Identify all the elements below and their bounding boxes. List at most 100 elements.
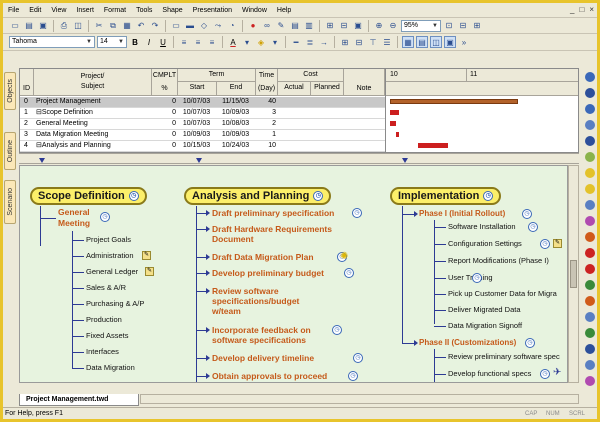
underline-icon[interactable]: U bbox=[157, 36, 169, 48]
format-icon[interactable]: ▥ bbox=[303, 20, 315, 32]
relation-icon[interactable]: ⤳ bbox=[212, 20, 224, 32]
leaf-topic[interactable]: Software Installation bbox=[448, 222, 516, 232]
menu-format[interactable]: Format bbox=[99, 3, 131, 18]
stop-icon[interactable] bbox=[585, 248, 595, 258]
org-style-icon[interactable]: ⊤ bbox=[367, 36, 379, 48]
progress-icon[interactable] bbox=[585, 328, 595, 338]
fit-width-icon[interactable]: ⊟ bbox=[457, 20, 469, 32]
menu-help[interactable]: Help bbox=[272, 3, 296, 18]
layout-icon[interactable]: ▣ bbox=[352, 20, 364, 32]
list-style-icon[interactable]: ☰ bbox=[381, 36, 393, 48]
open-icon[interactable]: ▤ bbox=[23, 20, 35, 32]
subtopic-phase2[interactable]: Phase II (Customizations) bbox=[419, 338, 516, 348]
notes-icon[interactable] bbox=[585, 120, 595, 130]
align-left-icon[interactable]: ≡ bbox=[178, 36, 190, 48]
gantt-bar[interactable] bbox=[390, 110, 399, 115]
callout-icon[interactable]: ◔ bbox=[226, 20, 238, 32]
resource-icon[interactable] bbox=[585, 152, 595, 162]
subtopic[interactable]: Develop preliminary budget bbox=[212, 268, 324, 278]
note-icon[interactable]: ✎ bbox=[553, 239, 562, 248]
redo-icon[interactable]: ↷ bbox=[149, 20, 161, 32]
check-icon[interactable] bbox=[585, 280, 595, 290]
col-header-end[interactable]: End bbox=[217, 82, 256, 96]
zoom-select[interactable]: 95% ▼ bbox=[401, 19, 441, 32]
expand-icon[interactable]: ⊞ bbox=[324, 20, 336, 32]
tab-objects[interactable]: Objects bbox=[4, 72, 16, 110]
map-style-icon[interactable]: ⊞ bbox=[339, 36, 351, 48]
gantt-row[interactable]: 0 Project Management 0 10/07/03 11/15/03 40 bbox=[20, 97, 385, 108]
priority-icon[interactable] bbox=[585, 216, 595, 226]
fit-page-icon[interactable]: ⊡ bbox=[443, 20, 455, 32]
subtopic[interactable]: Obtain approvals to proceed bbox=[212, 371, 327, 381]
links-icon[interactable] bbox=[585, 104, 595, 114]
leaf-topic[interactable]: Interfaces bbox=[86, 347, 119, 357]
collapse-icon[interactable]: ⊟ bbox=[338, 20, 350, 32]
tab-outline[interactable]: Outline bbox=[4, 132, 16, 170]
leaf-topic[interactable]: Report Modifications (Phase I) bbox=[448, 256, 549, 266]
minimize-button[interactable]: _ bbox=[570, 3, 574, 16]
fullscreen-icon[interactable]: ⊞ bbox=[471, 20, 483, 32]
zoom-out-icon[interactable]: ⊖ bbox=[387, 20, 399, 32]
note-icon[interactable]: ✎ bbox=[142, 251, 151, 260]
clock-icon[interactable] bbox=[585, 296, 595, 306]
view-icon[interactable] bbox=[585, 72, 595, 82]
font-size-select[interactable]: 14 ▼ bbox=[97, 36, 127, 48]
menu-shape[interactable]: Shape bbox=[157, 3, 187, 18]
subtopic[interactable]: Draft preliminary specification bbox=[212, 208, 334, 218]
person-icon[interactable] bbox=[585, 312, 595, 322]
more-icon[interactable]: » bbox=[458, 36, 470, 48]
shape-icon[interactable]: ◇ bbox=[198, 20, 210, 32]
leaf-topic[interactable]: Develop functional specs bbox=[448, 369, 531, 379]
pin-icon[interactable] bbox=[585, 360, 595, 370]
gantt-row[interactable]: 3 Data Migration Meeting 0 10/09/03 10/09/03… bbox=[20, 130, 385, 141]
topic-scope-definition[interactable]: Scope Definition ◷ bbox=[30, 187, 147, 205]
subtopic[interactable]: Draft Hardware Requirements Document bbox=[212, 224, 332, 244]
gantt-row[interactable]: 4 ⊟Analysis and Planning 0 10/15/03 10/24/03… bbox=[20, 141, 385, 152]
alert-icon[interactable] bbox=[585, 264, 595, 274]
leaf-topic[interactable]: Fixed Assets bbox=[86, 331, 129, 341]
undo-icon[interactable]: ↶ bbox=[135, 20, 147, 32]
shape-style-icon[interactable]: ▾ bbox=[269, 36, 281, 48]
leaf-topic[interactable]: User Training bbox=[448, 273, 493, 283]
leaf-topic[interactable]: Production bbox=[86, 315, 122, 325]
col-header-actual[interactable]: Actual bbox=[278, 82, 311, 96]
print-icon[interactable]: ⎙ bbox=[58, 20, 70, 32]
subtopic[interactable]: Review software specifications/budget w/… bbox=[212, 286, 299, 316]
subtopic[interactable]: Draft Data Migration Plan bbox=[212, 252, 314, 262]
view-outline-icon[interactable]: ▣ bbox=[444, 36, 456, 48]
mindmap-canvas[interactable]: Scope Definition ◷ General Meeting ◷ Pro… bbox=[19, 165, 568, 383]
topic-implementation[interactable]: Implementation ◷ bbox=[390, 187, 502, 205]
attach-icon[interactable]: ✎ bbox=[275, 20, 287, 32]
bold-icon[interactable]: B bbox=[129, 36, 141, 48]
leaf-topic[interactable]: General Ledger bbox=[86, 267, 138, 277]
leaf-topic[interactable]: Data Migration Signoff bbox=[448, 321, 522, 331]
properties-icon[interactable] bbox=[585, 88, 595, 98]
copy-icon[interactable]: ⧉ bbox=[107, 20, 119, 32]
fill-color-icon[interactable]: ◈ bbox=[255, 36, 267, 48]
subtopic[interactable]: Incorporate feedback on software specifi… bbox=[212, 325, 311, 345]
font-color-icon[interactable]: A bbox=[227, 36, 239, 48]
pane-splitter[interactable] bbox=[19, 153, 579, 164]
new-icon[interactable]: ▭ bbox=[9, 20, 21, 32]
topic-analysis-planning[interactable]: Analysis and Planning ◷ bbox=[184, 187, 332, 205]
arrow-style-icon[interactable]: → bbox=[318, 36, 330, 48]
note-icon[interactable]: ▤ bbox=[289, 20, 301, 32]
align-center-icon[interactable]: ≡ bbox=[192, 36, 204, 48]
leaf-topic[interactable]: Sales & A/R bbox=[86, 283, 126, 293]
gantt-bar[interactable] bbox=[418, 143, 448, 148]
tasks-icon[interactable] bbox=[585, 136, 595, 146]
gantt-bar[interactable] bbox=[396, 132, 399, 137]
topic-icon[interactable]: ▭ bbox=[170, 20, 182, 32]
col-header-cost[interactable]: Cost bbox=[278, 69, 344, 82]
col-header-id[interactable]: ID bbox=[20, 69, 34, 96]
col-header-planned[interactable]: Planned bbox=[311, 82, 344, 96]
restore-button[interactable]: □ bbox=[579, 3, 584, 16]
italic-icon[interactable]: I bbox=[143, 36, 155, 48]
line-style-icon[interactable]: ━ bbox=[290, 36, 302, 48]
leaf-topic[interactable]: Administration bbox=[86, 251, 134, 261]
col-header-time[interactable]: Time (Day) bbox=[256, 69, 278, 96]
flag-icon[interactable] bbox=[585, 200, 595, 210]
view-split-icon[interactable]: ◫ bbox=[430, 36, 442, 48]
leaf-topic[interactable]: Configuration Settings bbox=[448, 239, 522, 249]
menu-window[interactable]: Window bbox=[237, 3, 272, 18]
